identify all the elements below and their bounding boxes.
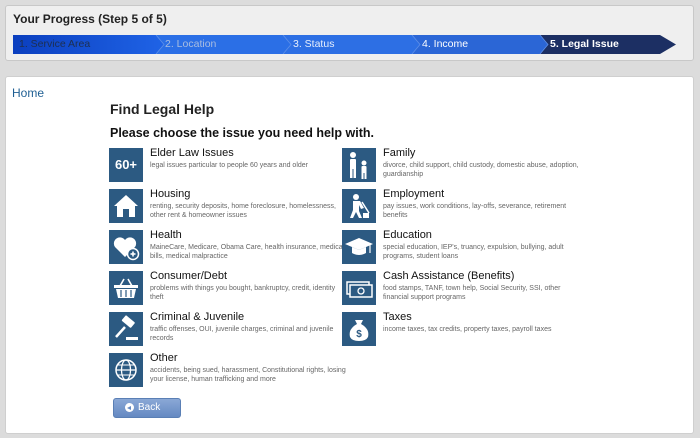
- back-button[interactable]: Back: [113, 398, 181, 418]
- family-icon: [342, 148, 376, 182]
- issue-elder-law[interactable]: 60+ Elder Law Issues legal issues partic…: [109, 147, 329, 184]
- progress-steps: 1. Service Area 2. Location 3. Status 4.…: [13, 35, 676, 54]
- issue-name: Education: [383, 229, 432, 241]
- step-5-label: 5. Legal Issue: [550, 38, 619, 50]
- issue-employment[interactable]: Employment pay issues, work conditions, …: [342, 188, 566, 225]
- issue-housing[interactable]: Housing renting, security deposits, home…: [109, 188, 336, 225]
- issue-description: special education, IEP's, truancy, expul…: [383, 244, 564, 260]
- issue-cash-assistance[interactable]: Cash Assistance (Benefits) food stamps, …: [342, 270, 562, 307]
- progress-title: Your Progress (Step 5 of 5): [13, 12, 167, 26]
- page-title: Find Legal Help: [110, 101, 215, 117]
- issue-name: Cash Assistance (Benefits): [383, 270, 515, 282]
- graduation-cap-icon: [342, 230, 376, 264]
- issue-name: Employment: [383, 188, 445, 200]
- issue-description: food stamps, TANF, town help, Social Sec…: [383, 285, 561, 301]
- issue-family[interactable]: Family divorce, child support, child cus…: [342, 147, 579, 184]
- issue-name: Taxes: [383, 311, 412, 323]
- back-arrow-icon: [125, 403, 134, 412]
- step-3-label: 3. Status: [293, 38, 335, 50]
- issue-education[interactable]: Education special education, IEP's, trua…: [342, 229, 564, 266]
- issue-name: Criminal & Juvenile: [150, 311, 245, 323]
- issue-description: income taxes, tax credits, property taxe…: [383, 326, 552, 333]
- issue-name: Family: [383, 147, 416, 159]
- issue-description: accidents, being sued, harassment, Const…: [150, 367, 346, 383]
- issue-criminal-juvenile[interactable]: Criminal & Juvenile traffic offenses, OU…: [109, 311, 333, 348]
- back-button-label: Back: [138, 402, 161, 413]
- issue-name: Housing: [150, 188, 191, 200]
- heart-plus-icon: [109, 230, 143, 264]
- cash-icon: [342, 271, 376, 305]
- issue-description: legal issues particular to people 60 yea…: [150, 162, 308, 169]
- issue-health[interactable]: Health MaineCare, Medicare, Obama Care, …: [109, 229, 344, 266]
- issue-description: renting, security deposits, home foreclo…: [150, 203, 336, 219]
- step-1-label: 1. Service Area: [19, 38, 91, 50]
- house-icon: [109, 189, 143, 223]
- issue-consumer-debt[interactable]: Consumer/Debt problems with things you b…: [109, 270, 335, 307]
- step-4-label: 4. Income: [422, 38, 469, 50]
- issue-name: Elder Law Issues: [150, 147, 234, 159]
- issue-taxes[interactable]: $ Taxes income taxes, tax credits, prope…: [342, 311, 562, 348]
- worker-icon: [342, 189, 376, 223]
- issue-description: problems with things you bought, bankrup…: [150, 285, 336, 301]
- page-subtitle: Please choose the issue you need help wi…: [110, 126, 374, 140]
- issue-description: divorce, child support, child custody, d…: [383, 162, 579, 178]
- shopping-basket-icon: [109, 271, 143, 305]
- main-panel: Home Find Legal Help Please choose the i…: [5, 76, 694, 434]
- issue-description: traffic offenses, OUI, juvenile charges,…: [150, 326, 334, 342]
- issue-other[interactable]: Other accidents, being sued, harassment,…: [109, 352, 346, 389]
- issue-name: Health: [150, 229, 182, 241]
- issue-name: Consumer/Debt: [150, 270, 228, 282]
- globe-icon: [109, 353, 143, 387]
- progress-panel: Your Progress (Step 5 of 5) 1. Service A…: [5, 5, 694, 61]
- svg-text:$: $: [356, 329, 362, 340]
- step-2-label: 2. Location: [165, 38, 217, 50]
- issue-description: MaineCare, Medicare, Obama Care, health …: [150, 244, 345, 260]
- money-bag-icon: $: [342, 312, 376, 346]
- 60-plus-icon: 60+: [109, 148, 143, 182]
- issue-name: Other: [150, 352, 178, 364]
- issue-description: pay issues, work conditions, lay-offs, s…: [383, 203, 567, 219]
- home-link[interactable]: Home: [12, 86, 44, 100]
- gavel-icon: [109, 312, 143, 346]
